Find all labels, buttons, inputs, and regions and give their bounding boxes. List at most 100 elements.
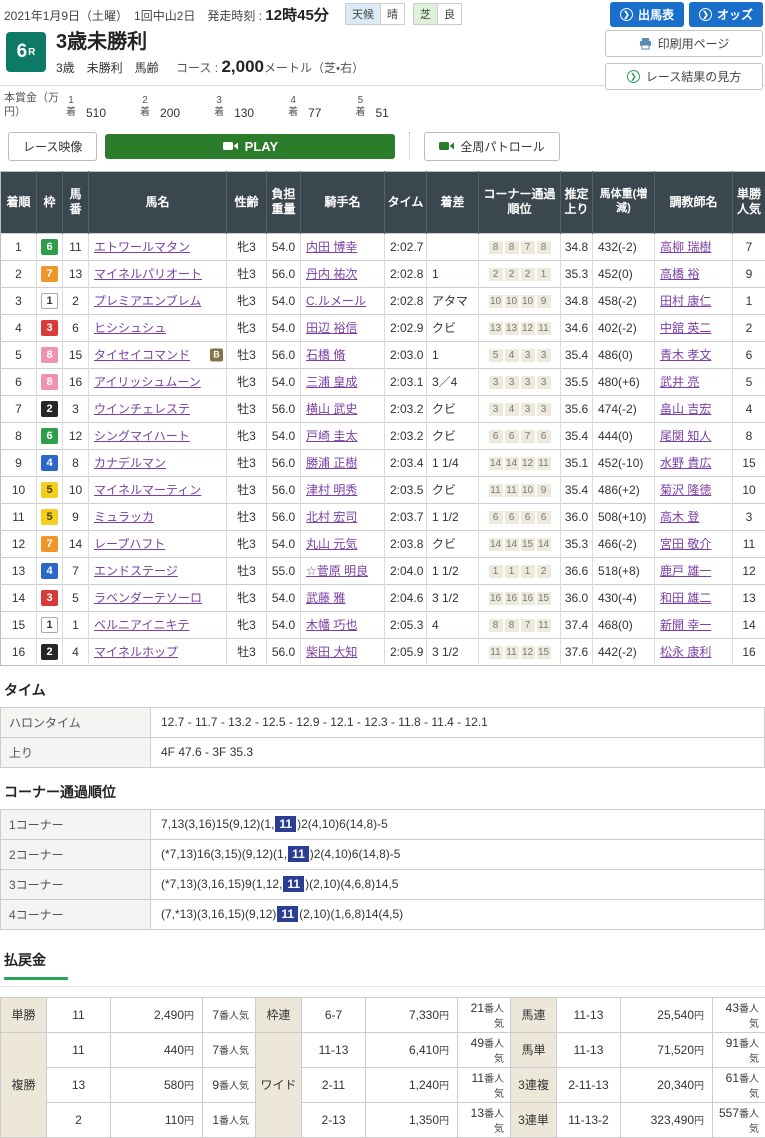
results-guide-button[interactable]: ❯ レース結果の見方 (605, 63, 763, 90)
trainer-link[interactable]: 尾関 知人 (660, 429, 711, 443)
frame-badge: 7 (41, 536, 58, 552)
trainer-link[interactable]: 新開 幸一 (660, 618, 711, 632)
win-popularity: 12 (733, 557, 765, 584)
horse-name-link[interactable]: レープハフト (94, 537, 165, 551)
horse-name-link[interactable]: ベルニアイニキテ (94, 618, 189, 632)
jockey-link[interactable]: ☆菅原 明良 (306, 564, 368, 578)
corner-pos: 6 (537, 511, 551, 524)
trainer-link[interactable]: 畠山 吉宏 (660, 402, 711, 416)
fukusho-amount: 580 (164, 1078, 184, 1092)
corner-pos: 12 (521, 646, 535, 659)
corner-pos: 10 (489, 295, 503, 308)
jockey-link[interactable]: 田辺 裕信 (306, 321, 357, 335)
trainer-link[interactable]: 水野 貴広 (660, 456, 711, 470)
agari-label: 上り (1, 737, 151, 767)
trainer-link[interactable]: 青木 孝文 (660, 348, 711, 362)
trainer-link[interactable]: 鹿戸 雄一 (660, 564, 711, 578)
trainer-link[interactable]: 高橋 裕 (660, 267, 699, 281)
trainer-link[interactable]: 菊沢 隆徳 (660, 483, 711, 497)
corner-pos: 3 (521, 403, 535, 416)
corner-label: 2コーナー (1, 839, 151, 869)
horse-name-link[interactable]: プレミアエンブレム (94, 294, 201, 308)
horse-name-link[interactable]: ミュラッカ (94, 510, 154, 524)
col-time: タイム (385, 171, 427, 233)
print-page-button[interactable]: 印刷用ページ (605, 30, 763, 57)
horse-name-link[interactable]: エトワールマタン (94, 240, 190, 254)
corner-pos: 2 (505, 268, 519, 281)
horse-name-link[interactable]: ヒシシュシュ (94, 321, 166, 335)
win-popularity: 10 (733, 476, 765, 503)
horse-name-link[interactable]: タイセイコマンド (94, 348, 190, 362)
patrol-video-button[interactable]: 全周パトロール (424, 132, 559, 161)
jockey-link[interactable]: 柴田 大知 (306, 645, 357, 659)
horse-weight: 444(0) (593, 422, 655, 449)
horse-name-link[interactable]: マイネルパリオート (94, 267, 202, 281)
trainer-link[interactable]: 松永 康利 (660, 645, 711, 659)
horse-weight: 458(-2) (593, 287, 655, 314)
top-bar: 2021年1月9日（土曜） 1回中山2日 発走時刻 : 12時45分 天候晴 芝… (0, 0, 765, 24)
corner-order-text: )2(4,10)6(14,8)-5 (297, 817, 388, 831)
horse-name-link[interactable]: アイリッシュムーン (94, 375, 201, 389)
finish-time: 2:03.2 (385, 395, 427, 422)
jockey-link[interactable]: 戸崎 圭太 (306, 429, 357, 443)
halon-time-value: 12.7 - 11.7 - 13.2 - 12.5 - 12.9 - 12.1 … (151, 707, 765, 737)
fukusho-amount: 440 (164, 1043, 184, 1057)
corner-positions: 3333 (479, 368, 561, 395)
result-row: 1 6 11 エトワールマタン 牝3 54.0 内田 博幸 2:02.7 887… (1, 233, 765, 260)
jockey-link[interactable]: 武藤 雅 (306, 591, 345, 605)
horse-name-link[interactable]: マイネルマーティン (94, 483, 201, 497)
tansho-popularity: 7 (212, 1008, 219, 1022)
finish-position: 12 (1, 530, 37, 557)
play-button[interactable]: PLAY (105, 134, 395, 159)
popularity-suffix: 番人気 (484, 1109, 504, 1135)
finish-position: 3 (1, 287, 37, 314)
trainer-link[interactable]: 中舘 英二 (660, 321, 711, 335)
horse-weight: 402(-2) (593, 314, 655, 341)
jockey-link[interactable]: 勝浦 正樹 (306, 456, 357, 470)
jockey-link[interactable]: 津村 明秀 (306, 483, 357, 497)
popularity-suffix: 番人気 (219, 1046, 249, 1057)
race-video-button[interactable]: レース映像 (8, 132, 97, 161)
popularity-suffix: 番人気 (484, 1074, 504, 1100)
sex-age: 牡3 (227, 503, 267, 530)
yen-suffix: 円 (694, 1081, 704, 1092)
trainer-link[interactable]: 武井 亮 (660, 375, 699, 389)
jockey-link[interactable]: 内田 博幸 (306, 240, 357, 254)
corner-pos: 7 (521, 619, 535, 632)
horse-name-link[interactable]: マイネルホップ (94, 645, 178, 659)
last-3f: 35.4 (561, 476, 593, 503)
finish-time: 2:05.3 (385, 611, 427, 638)
horse-name-link[interactable]: ラベンダーテソーロ (94, 591, 202, 605)
carried-weight: 56.0 (267, 395, 301, 422)
horse-name-link[interactable]: エンドステージ (94, 564, 178, 578)
last-3f: 36.0 (561, 503, 593, 530)
corner-row: 4コーナー (7,*13)(3,16,15)(9,12)11(2,10)(1,6… (1, 899, 765, 929)
tansho-combo: 11 (47, 997, 111, 1032)
col-finish: 着順 (1, 171, 37, 233)
weather-value: 晴 (381, 3, 405, 25)
jockey-link[interactable]: 丸山 元気 (306, 537, 357, 551)
trainer-link[interactable]: 宮田 敬介 (660, 537, 711, 551)
jockey-link[interactable]: 石橋 脩 (306, 348, 345, 362)
horse-name-link[interactable]: カナデルマン (94, 456, 166, 470)
carried-weight: 54.0 (267, 314, 301, 341)
jockey-link[interactable]: 丹内 祐次 (306, 267, 357, 281)
yen-suffix: 円 (694, 1116, 704, 1127)
jockey-link[interactable]: C.ルメール (306, 294, 366, 308)
trainer-link[interactable]: 高木 登 (660, 510, 699, 524)
corner-positions: 14141514 (479, 530, 561, 557)
trainer-link[interactable]: 田村 康仁 (660, 294, 711, 308)
turf-label: 芝 (413, 3, 438, 25)
trainer-link[interactable]: 和田 雄二 (660, 591, 711, 605)
jockey-link[interactable]: 三浦 皇成 (306, 375, 357, 389)
finish-time: 2:03.8 (385, 530, 427, 557)
trainer-link[interactable]: 高柳 瑞樹 (660, 240, 711, 254)
popularity-suffix: 番人気 (739, 1109, 759, 1135)
jockey-link[interactable]: 横山 武史 (306, 402, 357, 416)
horse-name-link[interactable]: シングマイハート (94, 429, 190, 443)
jockey-link[interactable]: 北村 宏司 (306, 510, 357, 524)
horse-name-link[interactable]: ウインチェレステ (94, 402, 190, 416)
carried-weight: 56.0 (267, 260, 301, 287)
jockey-link[interactable]: 木幡 巧也 (306, 618, 357, 632)
popularity-suffix: 番人気 (739, 1074, 759, 1100)
